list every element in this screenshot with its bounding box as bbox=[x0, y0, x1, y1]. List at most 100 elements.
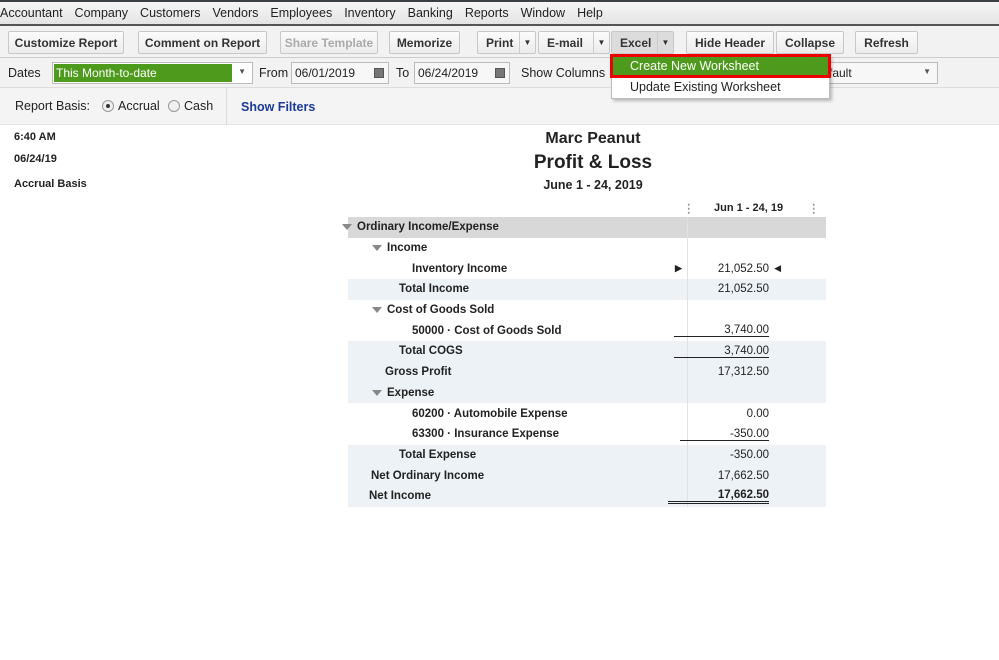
table-row[interactable]: Total Expense -350.00 bbox=[348, 444, 826, 466]
dates-select[interactable]: This Month-to-date ▼ bbox=[52, 62, 253, 84]
calendar-icon[interactable] bbox=[374, 68, 384, 78]
row-amount[interactable] bbox=[687, 382, 797, 404]
table-row[interactable]: 63300 · Insurance Expense -350.00 bbox=[348, 423, 826, 445]
row-amount[interactable]: 17,662.50 bbox=[687, 465, 797, 486]
report-time: 6:40 AM bbox=[14, 131, 56, 143]
email-button[interactable]: E-mail ▼ bbox=[538, 31, 610, 54]
table-row[interactable]: Cost of Goods Sold bbox=[348, 299, 826, 321]
report-date: 06/24/19 bbox=[14, 153, 57, 165]
table-row[interactable]: Income bbox=[348, 237, 826, 259]
menu-vendors[interactable]: Vendors bbox=[212, 6, 258, 20]
from-label: From bbox=[259, 66, 289, 80]
table-row[interactable]: Net Income 17,662.50 bbox=[348, 485, 826, 507]
menu-inventory[interactable]: Inventory bbox=[344, 6, 395, 20]
row-amount[interactable] bbox=[687, 217, 797, 238]
row-label: 50000 · Cost of Goods Sold bbox=[412, 324, 562, 337]
menu-accountant[interactable]: Accountant bbox=[0, 6, 63, 20]
row-label: Inventory Income bbox=[412, 262, 508, 275]
menu-window[interactable]: Window bbox=[521, 6, 565, 20]
share-template-button[interactable]: Share Template bbox=[280, 31, 378, 54]
collapse-triangle-icon[interactable] bbox=[372, 389, 382, 396]
menu-company[interactable]: Company bbox=[75, 6, 129, 20]
collapse-triangle-icon[interactable] bbox=[372, 245, 382, 252]
from-date-value: 06/01/2019 bbox=[295, 66, 356, 80]
menu-banking[interactable]: Banking bbox=[408, 6, 453, 20]
customize-report-button[interactable]: Customize Report bbox=[8, 31, 124, 54]
calendar-icon[interactable] bbox=[495, 68, 505, 78]
table-row[interactable]: Ordinary Income/Expense bbox=[342, 217, 826, 238]
email-label: E-mail bbox=[547, 35, 584, 50]
dates-value: This Month-to-date bbox=[54, 64, 232, 82]
table-row[interactable]: Total COGS 3,740.00 bbox=[348, 341, 826, 362]
collapse-button[interactable]: Collapse bbox=[776, 31, 844, 54]
row-amount[interactable]: 17,662.50 bbox=[667, 485, 797, 507]
menu-reports[interactable]: Reports bbox=[465, 6, 509, 20]
report-title: Profit & Loss bbox=[533, 152, 653, 173]
row-label: Expense bbox=[387, 386, 435, 399]
chevron-down-icon[interactable]: ▼ bbox=[593, 32, 609, 53]
cash-radio[interactable] bbox=[168, 100, 180, 112]
row-amount[interactable]: -350.00 bbox=[687, 444, 797, 466]
menu-help[interactable]: Help bbox=[577, 6, 603, 20]
amount-value: 3,740.00 bbox=[674, 324, 769, 338]
company-name: Marc Peanut bbox=[545, 130, 641, 147]
amount-value: 21,052.50 bbox=[717, 283, 769, 296]
refresh-button[interactable]: Refresh bbox=[855, 31, 918, 54]
date-bar: Dates This Month-to-date ▼ From 06/01/20… bbox=[0, 58, 999, 88]
row-amount[interactable]: 3,740.00 bbox=[674, 341, 797, 362]
row-label: 60200 · Automobile Expense bbox=[412, 407, 568, 420]
row-label: Gross Profit bbox=[385, 366, 452, 379]
excel-label: Excel bbox=[620, 35, 652, 50]
columns-value: fault bbox=[829, 66, 852, 80]
menu-bar: Accountant Company Customers Vendors Emp… bbox=[0, 0, 999, 26]
print-button[interactable]: Print ▼ bbox=[477, 31, 536, 54]
comment-on-report-button[interactable]: Comment on Report bbox=[138, 31, 267, 54]
column-resize-handle[interactable]: ⋮ bbox=[808, 201, 820, 215]
row-amount[interactable]: 17,312.50 bbox=[687, 361, 797, 383]
chevron-down-icon[interactable]: ▼ bbox=[519, 32, 535, 53]
cash-label[interactable]: Cash bbox=[184, 99, 213, 113]
table-row[interactable]: Net Ordinary Income 17,662.50 bbox=[348, 465, 826, 486]
row-amount[interactable]: -350.00 bbox=[679, 423, 797, 445]
excel-button[interactable]: Excel ▼ bbox=[611, 31, 674, 54]
report-table: ⋮ Jun 1 - 24, 19 ⋮ Ordinary Income/Expen… bbox=[342, 199, 826, 507]
amount-value: 17,662.50 bbox=[667, 489, 769, 504]
menu-customers[interactable]: Customers bbox=[140, 6, 200, 20]
excel-dropdown-menu: Create New Worksheet Update Existing Wor… bbox=[610, 54, 831, 99]
update-existing-worksheet-item[interactable]: Update Existing Worksheet bbox=[612, 77, 829, 97]
memorize-button[interactable]: Memorize bbox=[389, 31, 460, 54]
table-row[interactable]: Inventory Income ▶ 21,052.50 ◀ bbox=[348, 258, 826, 280]
chevron-down-icon[interactable]: ▼ bbox=[657, 32, 673, 53]
amount-value: 17,312.50 bbox=[717, 366, 769, 379]
table-row[interactable]: Gross Profit 17,312.50 bbox=[348, 361, 826, 383]
amount-value: 21,052.50 bbox=[717, 262, 769, 275]
row-amount[interactable] bbox=[687, 299, 797, 321]
create-new-worksheet-item[interactable]: Create New Worksheet bbox=[610, 54, 831, 78]
report-period: June 1 - 24, 2019 bbox=[543, 178, 643, 192]
hide-header-button[interactable]: Hide Header bbox=[686, 31, 774, 54]
row-pointer-icon: ◀ bbox=[774, 263, 781, 274]
table-row[interactable]: Expense bbox=[348, 382, 826, 404]
to-label: To bbox=[396, 66, 410, 80]
row-amount[interactable] bbox=[687, 237, 797, 259]
show-filters-link[interactable]: Show Filters bbox=[241, 100, 315, 114]
to-date-input[interactable]: 06/24/2019 bbox=[414, 62, 510, 84]
menu-employees[interactable]: Employees bbox=[270, 6, 332, 20]
row-label: Income bbox=[387, 242, 428, 255]
table-row[interactable]: Total Income 21,052.50 bbox=[348, 279, 826, 300]
chevron-down-icon: ▼ bbox=[923, 67, 931, 76]
from-date-input[interactable]: 06/01/2019 bbox=[291, 62, 389, 84]
row-amount[interactable]: 0.00 bbox=[687, 403, 797, 424]
row-amount[interactable]: 21,052.50 bbox=[687, 279, 797, 300]
table-row[interactable]: 50000 · Cost of Goods Sold 3,740.00 bbox=[348, 320, 826, 342]
column-resize-handle[interactable]: ⋮ bbox=[683, 201, 695, 215]
amount-value: 17,662.50 bbox=[717, 469, 769, 482]
collapse-triangle-icon[interactable] bbox=[372, 307, 382, 314]
accrual-radio[interactable] bbox=[102, 100, 114, 112]
row-amount[interactable]: 3,740.00 bbox=[674, 320, 797, 342]
row-amount[interactable]: 21,052.50 ◀ bbox=[687, 258, 797, 280]
amount-value: 0.00 bbox=[746, 407, 769, 420]
collapse-triangle-icon[interactable] bbox=[342, 224, 352, 231]
table-row[interactable]: 60200 · Automobile Expense 0.00 bbox=[348, 403, 826, 424]
accrual-label[interactable]: Accrual bbox=[118, 99, 160, 113]
